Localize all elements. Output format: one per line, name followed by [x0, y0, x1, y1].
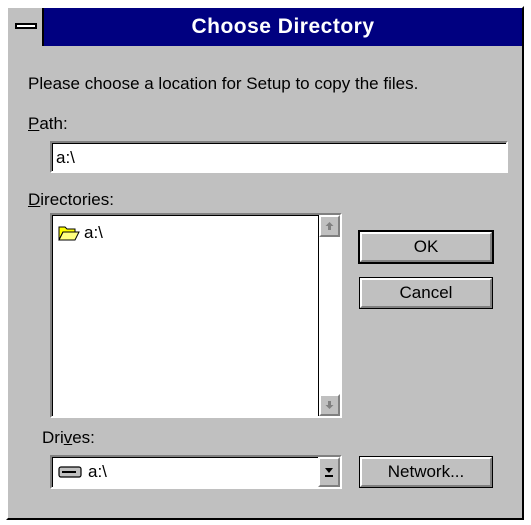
chevron-down-icon: [325, 468, 333, 477]
directories-listbox[interactable]: a:\: [50, 213, 342, 418]
choose-directory-dialog: Choose Directory Please choose a locatio…: [6, 6, 524, 520]
path-field[interactable]: [50, 141, 508, 173]
drives-selected-label: a:\: [88, 462, 107, 481]
directories-label: Directories:: [28, 190, 114, 209]
arrow-up-icon: [325, 222, 334, 230]
scroll-up-button[interactable]: [319, 215, 340, 237]
cancel-button[interactable]: Cancel: [359, 277, 493, 309]
path-label: Path:: [28, 114, 68, 133]
instruction-text: Please choose a location for Setup to co…: [28, 74, 419, 93]
scroll-down-button[interactable]: [319, 394, 340, 416]
system-menu-button[interactable]: [8, 8, 44, 46]
floppy-drive-icon: [58, 466, 82, 478]
drives-dropdown-button[interactable]: [318, 457, 340, 487]
open-folder-icon: [58, 226, 80, 241]
path-input[interactable]: [56, 146, 476, 170]
drives-combobox[interactable]: a:\: [50, 455, 342, 489]
system-menu-icon: [15, 23, 37, 29]
directory-item-label: a:\: [84, 223, 103, 242]
drives-label: Drives:: [42, 428, 95, 447]
window-title: Choose Directory: [191, 15, 375, 38]
arrow-down-icon: [325, 401, 334, 409]
title-bar: Choose Directory: [8, 8, 522, 46]
drives-selected: a:\: [58, 462, 107, 482]
directories-scrollbar[interactable]: [318, 215, 340, 416]
network-button[interactable]: Network...: [359, 456, 493, 488]
ok-button[interactable]: OK: [358, 230, 494, 264]
directory-item[interactable]: a:\: [58, 223, 103, 243]
